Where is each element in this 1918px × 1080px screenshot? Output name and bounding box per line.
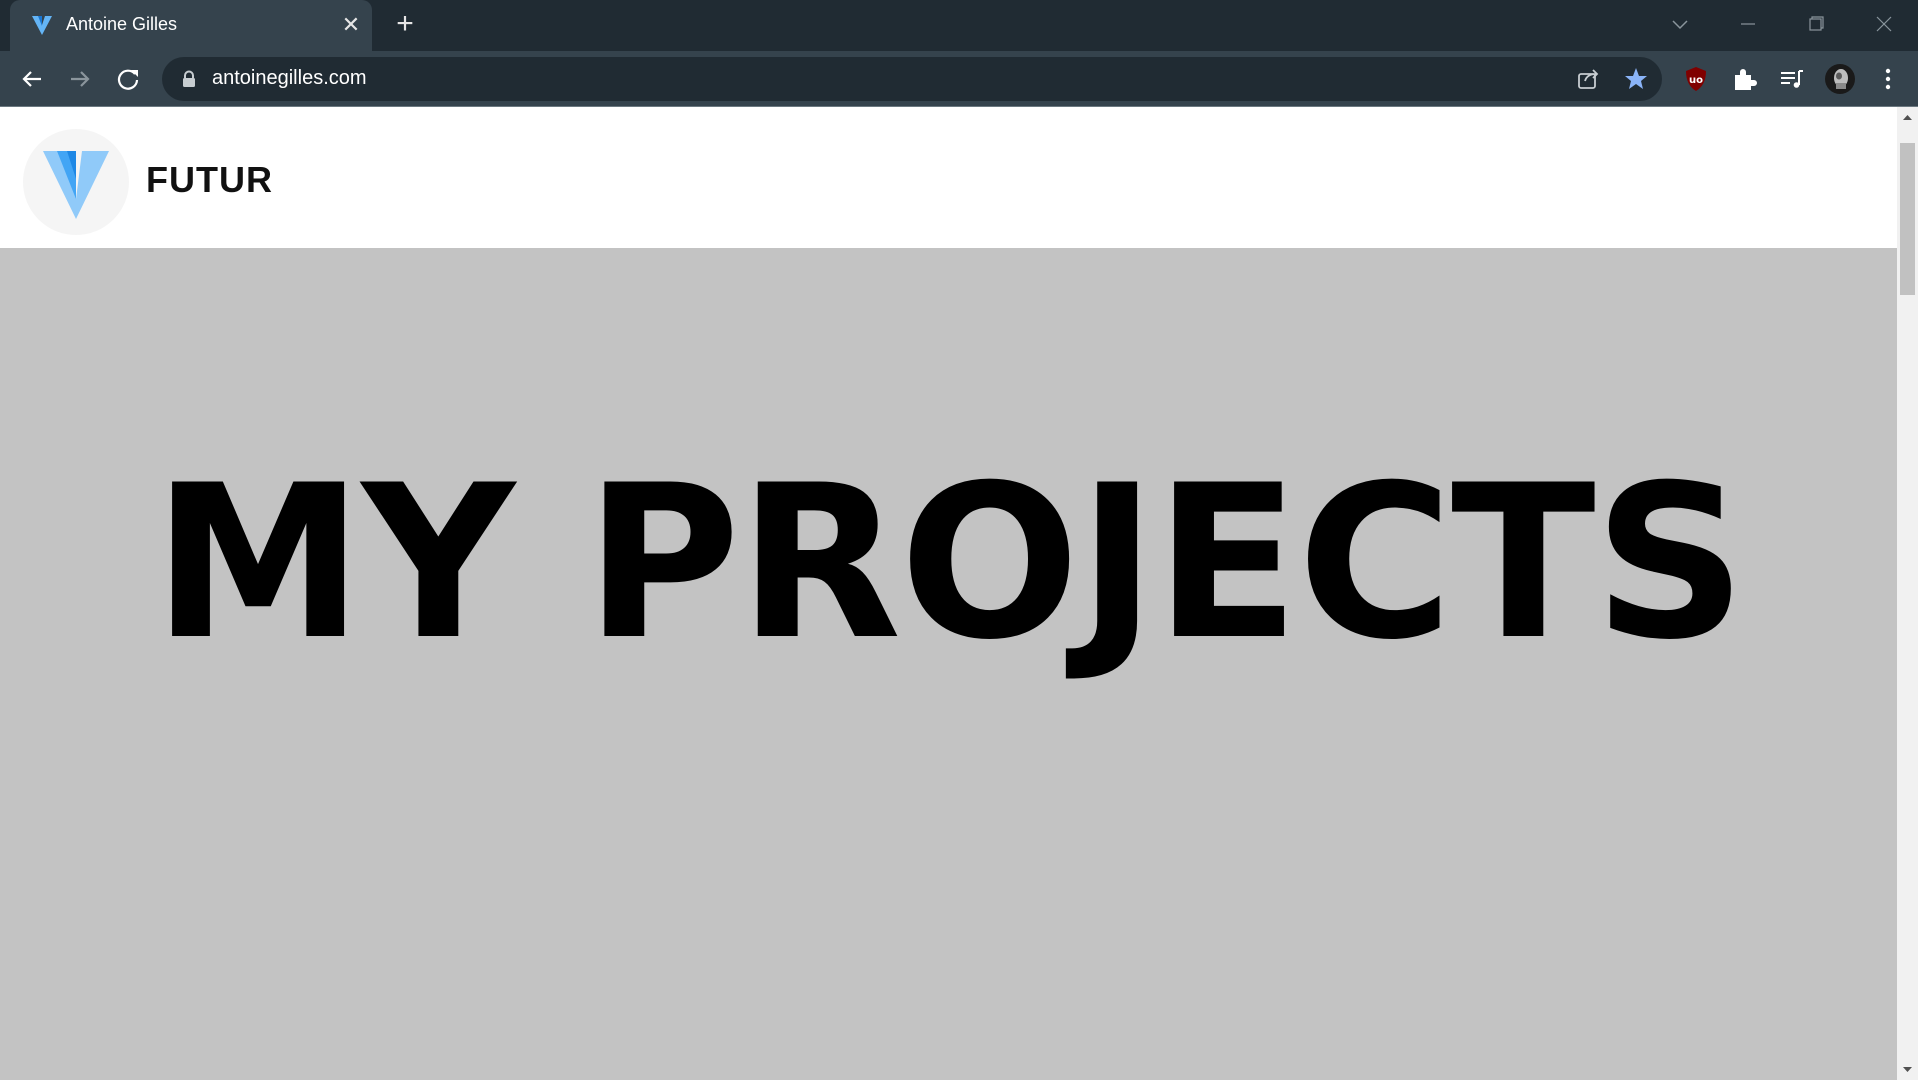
hero-title: MY PROJECTS	[152, 439, 1747, 686]
v-logo-icon	[43, 151, 109, 219]
site-header: FUTUR	[0, 107, 1897, 248]
close-window-icon[interactable]	[1866, 8, 1902, 40]
reload-icon[interactable]	[112, 63, 144, 95]
scrollbar-thumb[interactable]	[1900, 143, 1915, 295]
scroll-down-arrow-icon[interactable]	[1897, 1059, 1918, 1080]
lock-icon[interactable]	[180, 70, 198, 88]
page-scrollbar[interactable]	[1897, 107, 1918, 1080]
puzzle-icon[interactable]	[1728, 63, 1760, 95]
media-queue-icon[interactable]	[1776, 63, 1808, 95]
tab-title: Antoine Gilles	[66, 14, 178, 34]
brand-name[interactable]: FUTUR	[146, 159, 273, 201]
browser-toolbar: antoinegilles.com uo	[0, 51, 1918, 107]
star-icon[interactable]	[1622, 65, 1650, 93]
avatar[interactable]	[1824, 63, 1856, 95]
tab-close-icon[interactable]: ✕	[338, 12, 364, 38]
page-viewport: FUTUR MY PROJECTS	[0, 107, 1897, 1080]
back-arrow-icon[interactable]	[16, 63, 48, 95]
new-tab-button[interactable]: +	[390, 9, 420, 40]
address-bar[interactable]: antoinegilles.com	[162, 57, 1662, 101]
svg-text:uo: uo	[1689, 75, 1703, 86]
site-favicon-icon	[32, 16, 52, 35]
url-text[interactable]: antoinegilles.com	[212, 67, 367, 90]
kebab-menu-icon[interactable]	[1872, 63, 1904, 95]
site-logo[interactable]	[23, 129, 129, 235]
tab-search-chevron-icon[interactable]	[1662, 8, 1698, 40]
forward-arrow-icon[interactable]	[64, 63, 96, 95]
ublock-shield-icon[interactable]: uo	[1680, 63, 1712, 95]
tab-active[interactable]: Antoine Gilles ✕	[10, 0, 372, 51]
share-icon[interactable]	[1574, 65, 1602, 93]
minimize-icon[interactable]	[1730, 8, 1766, 40]
browser-window: Antoine Gilles ✕ + antoinegilles.com uo …	[0, 0, 1918, 1080]
scroll-up-arrow-icon[interactable]	[1897, 107, 1918, 128]
restore-icon[interactable]	[1798, 8, 1834, 40]
tab-strip: Antoine Gilles ✕ +	[0, 0, 1918, 51]
